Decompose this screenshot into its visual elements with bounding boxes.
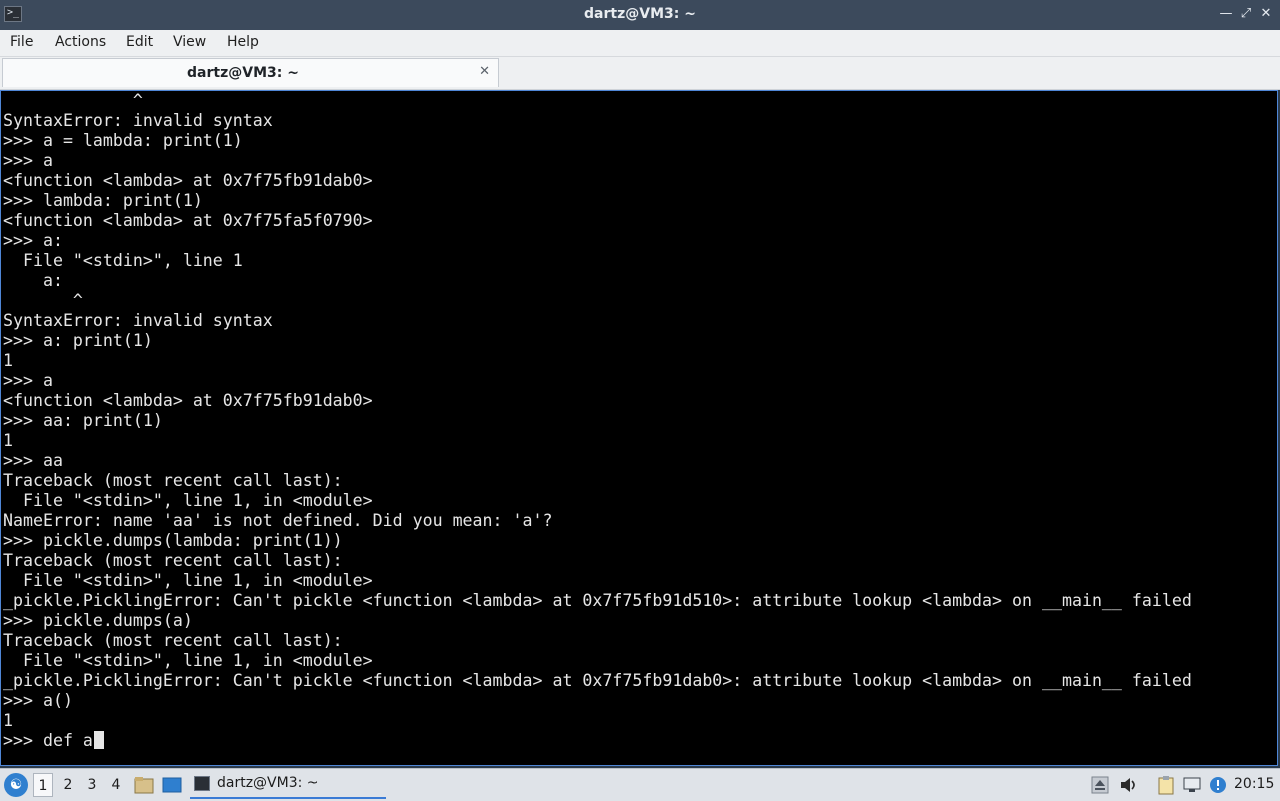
- restore-icon[interactable]: ⤢: [1238, 6, 1254, 22]
- terminal-line: >>> aa: print(1): [3, 411, 163, 430]
- terminal-line: >>> a(): [3, 691, 73, 710]
- terminal-line: >>> lambda: print(1): [3, 191, 203, 210]
- terminal-line: _pickle.PicklingError: Can't pickle <fun…: [3, 591, 1192, 610]
- terminal-line: _pickle.PicklingError: Can't pickle <fun…: [3, 671, 1192, 690]
- file-manager-icon[interactable]: [134, 775, 154, 795]
- taskbar-item-terminal[interactable]: dartz@VM3: ~: [190, 772, 386, 799]
- network-icon[interactable]: [1182, 775, 1202, 795]
- eject-icon[interactable]: [1090, 775, 1110, 795]
- terminal-line: File "<stdin>", line 1, in <module>: [3, 491, 373, 510]
- workspace-1[interactable]: 1: [33, 773, 53, 797]
- terminal-line: File "<stdin>", line 1, in <module>: [3, 571, 373, 590]
- terminal-line: >>> a: print(1): [3, 331, 153, 350]
- menu-file[interactable]: File: [10, 34, 33, 50]
- terminal-line: SyntaxError: invalid syntax: [3, 111, 273, 130]
- terminal-line: SyntaxError: invalid syntax: [3, 311, 273, 330]
- window-title: dartz@VM3: ~: [584, 6, 696, 22]
- tab-label: dartz@VM3: ~: [187, 65, 299, 81]
- terminal-task-icon: [194, 776, 210, 791]
- terminal-output[interactable]: ^ SyntaxError: invalid syntax >>> a = la…: [0, 90, 1278, 766]
- workspace-2[interactable]: 2: [58, 773, 78, 797]
- show-desktop-icon[interactable]: [162, 775, 182, 795]
- terminal-line: File "<stdin>", line 1, in <module>: [3, 651, 373, 670]
- tab-terminal[interactable]: dartz@VM3: ~ ✕: [2, 58, 499, 87]
- terminal-line: >>> pickle.dumps(lambda: print(1)): [3, 531, 343, 550]
- terminal-line: Traceback (most recent call last):: [3, 551, 343, 570]
- terminal-line: 1: [3, 431, 13, 450]
- workspace-4[interactable]: 4: [106, 773, 126, 797]
- terminal-line: Traceback (most recent call last):: [3, 631, 343, 650]
- terminal-text: ^ SyntaxError: invalid syntax >>> a = la…: [1, 91, 1192, 751]
- terminal-line: >>> aa: [3, 451, 63, 470]
- terminal-line: >>> a = lambda: print(1): [3, 131, 243, 150]
- workspace-3[interactable]: 3: [82, 773, 102, 797]
- menubar: File Actions Edit View Help: [0, 30, 1280, 57]
- update-notifier-icon[interactable]: [1208, 775, 1228, 795]
- text-cursor: [93, 731, 104, 749]
- close-tab-icon[interactable]: ✕: [479, 64, 490, 79]
- terminal-line: 1: [3, 351, 13, 370]
- terminal-input-line[interactable]: >>> def a: [3, 731, 93, 750]
- terminal-line: <function <lambda> at 0x7f75fa5f0790>: [3, 211, 373, 230]
- terminal-line: NameError: name 'aa' is not defined. Did…: [3, 511, 553, 530]
- taskbar-item-label: dartz@VM3: ~: [217, 775, 319, 791]
- close-window-icon[interactable]: ✕: [1258, 6, 1274, 22]
- taskbar: ☯ 1 2 3 4 dartz@VM3: ~ 20:15: [0, 768, 1280, 801]
- clipboard-icon[interactable]: [1156, 775, 1176, 795]
- start-menu-icon[interactable]: ☯: [4, 773, 28, 797]
- volume-icon[interactable]: [1118, 775, 1138, 795]
- terminal-line: <function <lambda> at 0x7f75fb91dab0>: [3, 391, 373, 410]
- terminal-line: ^: [3, 291, 83, 310]
- terminal-line: File "<stdin>", line 1: [3, 251, 243, 270]
- clock[interactable]: 20:15: [1234, 776, 1274, 792]
- terminal-line: >>> a:: [3, 231, 63, 250]
- terminal-line: >>> a: [3, 151, 53, 170]
- terminal-line: Traceback (most recent call last):: [3, 471, 343, 490]
- terminal-line: a:: [3, 271, 63, 290]
- terminal-line: <function <lambda> at 0x7f75fb91dab0>: [3, 171, 373, 190]
- terminal-line: >>> a: [3, 371, 53, 390]
- terminal-line: ^: [3, 91, 143, 110]
- tab-bar: dartz@VM3: ~ ✕: [0, 57, 1280, 90]
- terminal-line: 1: [3, 711, 13, 730]
- terminal-line: >>> pickle.dumps(a): [3, 611, 193, 630]
- menu-actions[interactable]: Actions: [55, 34, 106, 50]
- window-titlebar[interactable]: >_ dartz@VM3: ~ — ⤢ ✕: [0, 0, 1280, 30]
- menu-help[interactable]: Help: [227, 34, 259, 50]
- menu-view[interactable]: View: [173, 34, 206, 50]
- menu-edit[interactable]: Edit: [126, 34, 153, 50]
- minimize-icon[interactable]: —: [1218, 6, 1234, 22]
